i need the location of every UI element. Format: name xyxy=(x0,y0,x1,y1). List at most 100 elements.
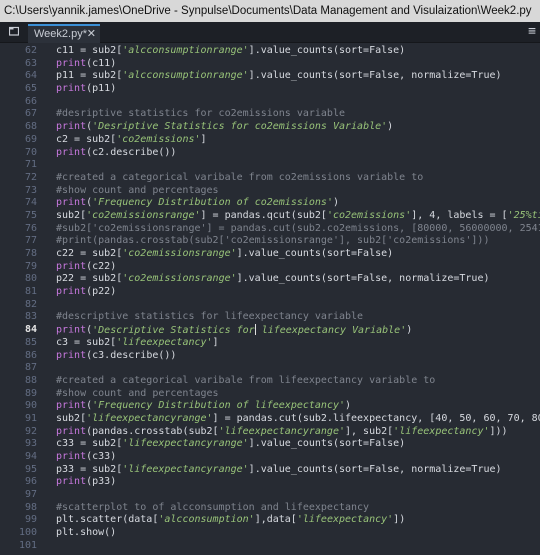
code-line[interactable]: 66 xyxy=(0,96,540,109)
code-line[interactable]: 81 print(p22) xyxy=(0,286,540,299)
line-number: 69 xyxy=(24,133,37,145)
code-text[interactable]: c11 = sub2['alcconsumptionrange'].value_… xyxy=(56,45,405,58)
code-line[interactable]: 91 sub2['lifeexpectancyrange'] = pandas.c… xyxy=(0,413,540,426)
code-line[interactable]: 90 print('Frequency Distribution of lifee… xyxy=(0,400,540,413)
code-line[interactable]: 73 #show count and percentages xyxy=(0,185,540,198)
code-text[interactable]: #desriptive statistics for co2emissions … xyxy=(56,108,345,121)
code-line[interactable]: 75 sub2['co2emissionsrange'] = pandas.qcu… xyxy=(0,210,540,223)
code-line[interactable]: 80 p22 = sub2['co2emissionsrange'].value_… xyxy=(0,273,540,286)
code-line[interactable]: 64 p11 = sub2['alcconsumptionrange'].valu… xyxy=(0,70,540,83)
code-text[interactable]: print('Frequency Distribution of co2emis… xyxy=(56,197,339,210)
code-line[interactable]: 92 print(pandas.crosstab(sub2['lifeexpect… xyxy=(0,426,540,439)
code-text[interactable]: #show count and percentages xyxy=(56,185,219,198)
code-text[interactable]: print(c11) xyxy=(56,58,116,71)
code-text[interactable]: print(p33) xyxy=(56,476,116,489)
code-text[interactable]: c2 = sub2['co2emissions'] xyxy=(56,134,207,147)
code-text[interactable]: print(pandas.crosstab(sub2['lifeexpectan… xyxy=(56,426,508,439)
line-number: 63 xyxy=(24,57,37,69)
line-number: 88 xyxy=(24,374,37,386)
line-number: 90 xyxy=(24,400,37,412)
code-text[interactable]: #descriptive statistics for lifeexpectan… xyxy=(56,311,363,324)
code-line[interactable]: 62 c11 = sub2['alcconsumptionrange'].valu… xyxy=(0,45,540,58)
code-text[interactable]: print('Frequency Distribution of lifeexp… xyxy=(56,400,351,413)
tab-week2[interactable]: Week2.py* ✕ xyxy=(28,24,100,43)
code-line[interactable]: 70 print(c2.describe()) xyxy=(0,147,540,160)
text-cursor xyxy=(254,324,256,336)
line-number: 81 xyxy=(24,286,37,298)
code-text[interactable]: #sub2['co2emissionsrange'] = pandas.cut(… xyxy=(56,223,540,236)
code-text[interactable]: print(c22) xyxy=(56,261,116,274)
code-line[interactable]: 95 p33 = sub2['lifeexpectancyrange'].valu… xyxy=(0,464,540,477)
tab-label: Week2.py* xyxy=(34,28,87,40)
code-editor[interactable]: 62 c11 = sub2['alcconsumptionrange'].valu… xyxy=(0,45,540,555)
code-text[interactable]: #scatterplot to of alcconsumption and li… xyxy=(56,502,369,515)
code-line[interactable]: 101 xyxy=(0,540,540,553)
line-number: 97 xyxy=(24,489,37,501)
code-line[interactable]: 94 print(c33) xyxy=(0,451,540,464)
code-text[interactable]: #show count and percentages xyxy=(56,388,219,401)
code-line[interactable]: 87 xyxy=(0,362,540,375)
code-line[interactable]: 67 #desriptive statistics for co2emission… xyxy=(0,108,540,121)
close-icon[interactable]: ✕ xyxy=(87,26,96,42)
code-text[interactable]: p22 = sub2['co2emissionsrange'].value_co… xyxy=(56,273,490,286)
code-text[interactable]: print('Desriptive Statistics for co2emis… xyxy=(56,121,393,134)
line-number: 86 xyxy=(24,349,37,361)
line-number: 65 xyxy=(24,83,37,95)
code-line[interactable]: 84 print('Descriptive Statistics for life… xyxy=(0,324,540,337)
line-number: 99 xyxy=(24,514,37,526)
code-line[interactable]: 77 #print(pandas.crosstab(sub2['co2emissi… xyxy=(0,235,540,248)
code-text[interactable]: print(c3.describe()) xyxy=(56,350,176,363)
code-text[interactable]: sub2['lifeexpectancyrange'] = pandas.cut… xyxy=(56,413,540,426)
code-line[interactable]: 93 c33 = sub2['lifeexpectancyrange'].valu… xyxy=(0,438,540,451)
code-line[interactable]: 96 print(p33) xyxy=(0,476,540,489)
code-text[interactable]: c22 = sub2['co2emissionsrange'].value_co… xyxy=(56,248,393,261)
folder-icon[interactable] xyxy=(9,26,19,36)
code-line[interactable]: 99 plt.scatter(data['alcconsumption'],dat… xyxy=(0,514,540,527)
line-number: 85 xyxy=(24,336,37,348)
code-line[interactable]: 72 #created a categorical varibale from c… xyxy=(0,172,540,185)
code-line[interactable]: 79 print(c22) xyxy=(0,261,540,274)
code-line[interactable]: 88 #created a categorical varibale from l… xyxy=(0,375,540,388)
line-number: 98 xyxy=(24,501,37,513)
code-line[interactable]: 86 print(c3.describe()) xyxy=(0,350,540,363)
line-number: 77 xyxy=(24,235,37,247)
code-line[interactable]: 98 #scatterplot to of alcconsumption and … xyxy=(0,502,540,515)
code-line[interactable]: 85 c3 = sub2['lifeexpectancy'] xyxy=(0,337,540,350)
code-text[interactable]: c3 = sub2['lifeexpectancy'] xyxy=(56,337,219,350)
code-text[interactable]: #created a categorical varibale from lif… xyxy=(56,375,435,388)
code-text[interactable]: print(p22) xyxy=(56,286,116,299)
code-text[interactable]: #print(pandas.crosstab(sub2['co2emission… xyxy=(56,235,489,248)
code-text[interactable]: p33 = sub2['lifeexpectancyrange'].value_… xyxy=(56,464,502,477)
code-line[interactable]: 83 #descriptive statistics for lifeexpect… xyxy=(0,311,540,324)
tab-bar: Week2.py* ✕ ≡ xyxy=(0,22,540,43)
code-line[interactable]: 68 print('Desriptive Statistics for co2em… xyxy=(0,121,540,134)
code-text[interactable]: print('Descriptive Statistics for lifeex… xyxy=(56,324,412,337)
line-number: 84 xyxy=(24,324,37,336)
code-text[interactable]: c33 = sub2['lifeexpectancyrange'].value_… xyxy=(56,438,405,451)
line-number: 67 xyxy=(24,108,37,120)
code-line[interactable]: 71 xyxy=(0,159,540,172)
code-line[interactable]: 63 print(c11) xyxy=(0,58,540,71)
code-line[interactable]: 97 xyxy=(0,489,540,502)
code-line[interactable]: 65 print(p11) xyxy=(0,83,540,96)
code-line[interactable]: 69 c2 = sub2['co2emissions'] xyxy=(0,134,540,147)
code-text[interactable]: print(c2.describe()) xyxy=(56,147,176,160)
code-text[interactable]: print(p11) xyxy=(56,83,116,96)
code-text[interactable]: print(c33) xyxy=(56,451,116,464)
line-number: 96 xyxy=(24,476,37,488)
code-line[interactable]: 82 xyxy=(0,299,540,312)
code-line[interactable]: 89 #show count and percentages xyxy=(0,388,540,401)
code-line[interactable]: 100 plt.show() xyxy=(0,527,540,540)
code-line[interactable]: 78 c22 = sub2['co2emissionsrange'].value_… xyxy=(0,248,540,261)
line-number: 70 xyxy=(24,146,37,158)
code-line[interactable]: 74 print('Frequency Distribution of co2em… xyxy=(0,197,540,210)
code-text[interactable]: #created a categorical varibale from co2… xyxy=(56,172,423,185)
code-text[interactable]: p11 = sub2['alcconsumptionrange'].value_… xyxy=(56,70,502,83)
code-text[interactable]: plt.show() xyxy=(56,527,116,540)
code-text[interactable]: plt.scatter(data['alcconsumption'],data[… xyxy=(56,514,405,527)
line-number: 76 xyxy=(24,222,37,234)
hamburger-menu-icon[interactable]: ≡ xyxy=(528,25,536,38)
line-number: 73 xyxy=(24,184,37,196)
code-text[interactable]: sub2['co2emissionsrange'] = pandas.qcut(… xyxy=(56,210,540,223)
code-line[interactable]: 76 #sub2['co2emissionsrange'] = pandas.cu… xyxy=(0,223,540,236)
